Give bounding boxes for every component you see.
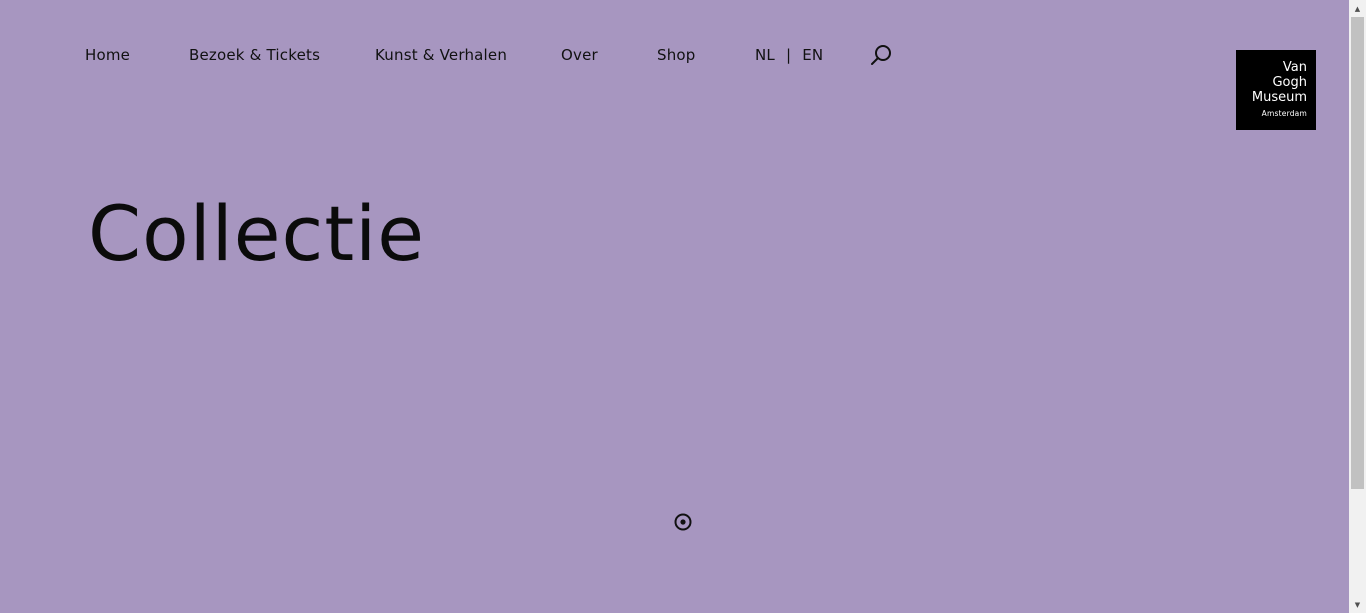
search-icon[interactable]: [869, 43, 893, 67]
nav-item-home[interactable]: Home: [85, 44, 130, 66]
nav-item-bezoek-tickets[interactable]: Bezoek & Tickets: [189, 44, 320, 66]
logo-city: Amsterdam: [1261, 109, 1307, 118]
nav-item-kunst-verhalen[interactable]: Kunst & Verhalen: [375, 44, 507, 66]
scroll-down-arrow-icon[interactable]: ▼: [1349, 596, 1366, 613]
page-title: Collectie: [88, 189, 426, 278]
lang-nl[interactable]: NL: [755, 46, 775, 64]
language-switcher: NL | EN: [755, 44, 823, 66]
scroll-down-indicator-icon[interactable]: [674, 513, 692, 531]
page-viewport: Home Bezoek & Tickets Kunst & Verhalen O…: [0, 0, 1349, 613]
lang-en[interactable]: EN: [802, 46, 823, 64]
lang-separator: |: [785, 46, 792, 64]
logo-line-museum: Museum: [1251, 90, 1307, 105]
scroll-up-arrow-icon[interactable]: ▲: [1349, 0, 1366, 17]
nav-item-shop[interactable]: Shop: [657, 44, 696, 66]
vertical-scrollbar[interactable]: ▲ ▼: [1349, 0, 1366, 613]
logo-line-van: Van: [1282, 60, 1307, 75]
nav-item-over[interactable]: Over: [561, 44, 598, 66]
scrollbar-thumb[interactable]: [1351, 17, 1364, 489]
van-gogh-museum-logo[interactable]: Van Gogh Museum Amsterdam: [1236, 50, 1316, 130]
logo-line-gogh: Gogh: [1272, 75, 1307, 90]
